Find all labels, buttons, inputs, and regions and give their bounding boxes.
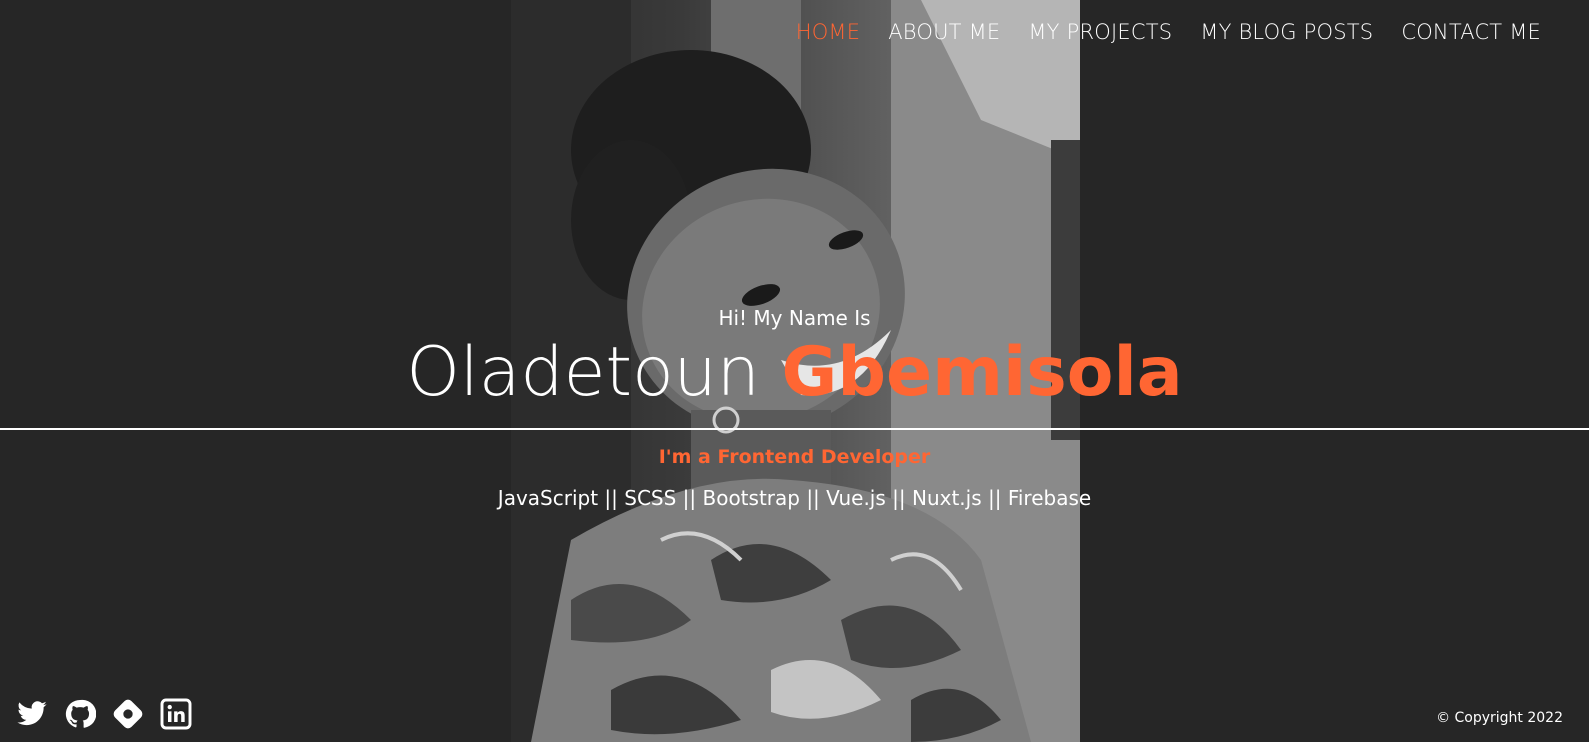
hero-first-name: Oladetoun <box>406 333 760 412</box>
nav-contact-me[interactable]: CONTACT ME <box>1387 20 1555 44</box>
nav-home[interactable]: HOME <box>782 20 875 44</box>
nav-my-projects[interactable]: MY PROJECTS <box>1014 20 1186 44</box>
hero-intro: Hi! My Name Is <box>718 306 871 330</box>
hashnode-link[interactable] <box>112 698 144 730</box>
nav-about-me[interactable]: ABOUT ME <box>874 20 1014 44</box>
github-icon <box>65 699 96 728</box>
github-link[interactable] <box>64 698 96 730</box>
twitter-link[interactable] <box>16 698 48 730</box>
hashnode-icon <box>113 699 143 729</box>
hero-name: Oladetoun Gbemisola <box>0 333 1589 413</box>
linkedin-icon <box>160 698 192 730</box>
main-nav: HOME ABOUT ME MY PROJECTS MY BLOG POSTS … <box>782 20 1555 44</box>
hero-divider <box>0 428 1589 430</box>
twitter-icon <box>17 701 47 726</box>
hero-last-name: Gbemisola <box>781 333 1183 412</box>
hero-skills: JavaScript || SCSS || Bootstrap || Vue.j… <box>497 486 1092 510</box>
nav-my-blog-posts[interactable]: MY BLOG POSTS <box>1186 20 1387 44</box>
social-links <box>16 698 192 730</box>
hero-role: I'm a Frontend Developer <box>658 446 931 468</box>
landing-page: HOME ABOUT ME MY PROJECTS MY BLOG POSTS … <box>0 0 1589 742</box>
linkedin-link[interactable] <box>160 698 192 730</box>
copyright-text: © Copyright 2022 <box>1436 710 1563 726</box>
